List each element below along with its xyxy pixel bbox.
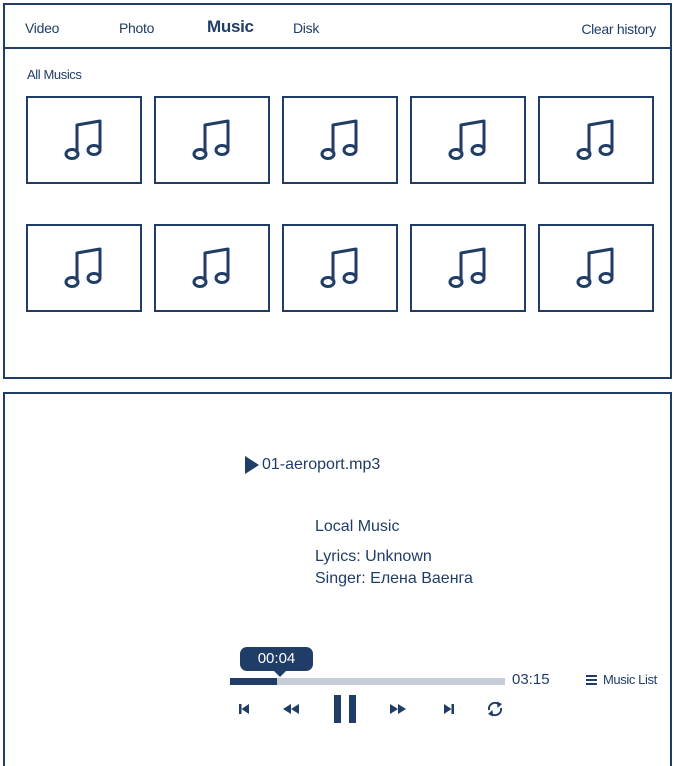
music-note-icon: [64, 119, 102, 160]
pause-icon: [334, 695, 356, 723]
fast-forward-icon: [390, 704, 406, 714]
tab-bar: Video Photo Music Disk Clear history: [5, 5, 670, 49]
tab-disk[interactable]: Disk: [293, 5, 319, 47]
music-tile[interactable]: [410, 224, 526, 312]
progress-fill: [230, 678, 277, 685]
media-browser-panel: Video Photo Music Disk Clear history All…: [3, 3, 672, 379]
player-panel: 01-aeroport.mp3 Local Music Lyrics: Unkn…: [3, 392, 672, 766]
music-tile[interactable]: [538, 224, 654, 312]
music-tile[interactable]: [26, 96, 142, 184]
music-note-icon: [192, 119, 230, 160]
rewind-icon: [283, 704, 299, 714]
music-note-icon: [576, 247, 614, 288]
music-note-icon: [64, 247, 102, 288]
music-tile[interactable]: [282, 224, 398, 312]
section-title: All Musics: [27, 67, 82, 82]
next-track-icon: [444, 704, 454, 714]
list-icon: [586, 673, 597, 687]
fast-forward-button[interactable]: [386, 694, 410, 724]
total-time: 03:15: [512, 671, 550, 688]
music-note-icon: [320, 119, 358, 160]
music-tile[interactable]: [282, 96, 398, 184]
singer-label: Singer: Елена Ваенга: [315, 570, 473, 587]
tab-video[interactable]: Video: [25, 5, 59, 47]
progress-bar[interactable]: [230, 678, 505, 685]
rewind-button[interactable]: [279, 694, 303, 724]
repeat-button[interactable]: [483, 694, 507, 724]
tab-photo[interactable]: Photo: [119, 5, 154, 47]
music-list-label: Music List: [603, 672, 657, 687]
music-note-icon: [448, 119, 486, 160]
music-tile[interactable]: [26, 224, 142, 312]
track-title-text: 01-aeroport.mp3: [262, 456, 381, 473]
music-tile[interactable]: [538, 96, 654, 184]
lyrics-label: Lyrics: Unknown: [315, 548, 432, 565]
play-indicator-icon: [245, 456, 259, 474]
music-note-icon: [448, 247, 486, 288]
clear-history-button[interactable]: Clear history: [581, 5, 656, 47]
music-note-icon: [192, 247, 230, 288]
music-tile[interactable]: [154, 96, 270, 184]
repeat-icon: [487, 701, 503, 717]
pause-button[interactable]: [330, 694, 360, 724]
previous-track-icon: [239, 704, 249, 714]
music-tile[interactable]: [154, 224, 270, 312]
previous-track-button[interactable]: [234, 694, 254, 724]
tab-music[interactable]: Music: [207, 5, 254, 47]
next-track-button[interactable]: [439, 694, 459, 724]
current-time-badge: 00:04: [240, 647, 313, 677]
music-tile[interactable]: [410, 96, 526, 184]
music-note-icon: [320, 247, 358, 288]
source-label: Local Music: [315, 518, 400, 535]
music-list-button[interactable]: Music List: [586, 672, 657, 687]
music-note-icon: [576, 119, 614, 160]
track-title: 01-aeroport.mp3: [245, 456, 380, 474]
